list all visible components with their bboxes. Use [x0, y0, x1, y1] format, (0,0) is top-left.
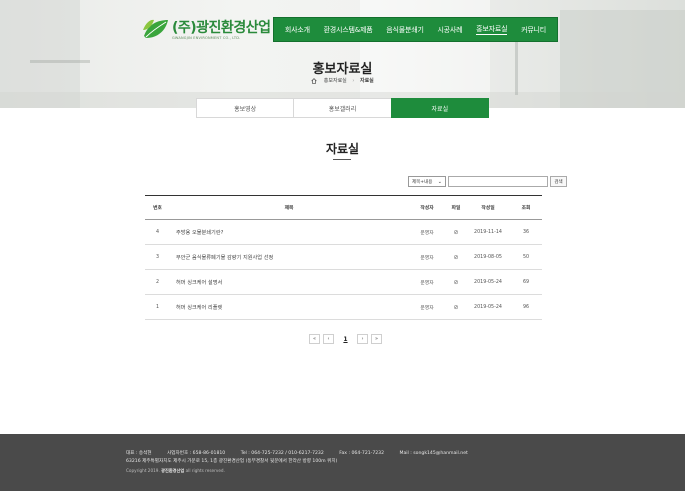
tab-pr-video[interactable]: 홍보영상 [196, 98, 294, 118]
page-title: 홍보자료실 [312, 62, 373, 77]
column-header-views: 조회 [521, 206, 531, 211]
table-row[interactable]: 1 허머 싱크케어 리플렛 운영자 ⊘ 2019-05-24 96 [145, 295, 542, 320]
first-page-button[interactable]: « [309, 334, 320, 344]
footer-mail: Mail : songk145@hanmail.net [399, 451, 468, 456]
nav-item-pr[interactable]: 홍보자료실 [476, 24, 508, 35]
row-views: 36 [522, 229, 530, 235]
column-header-title: 제목 [284, 206, 294, 211]
nav-item-company[interactable]: 회사소개 [285, 25, 310, 35]
column-header-writer: 작성자 [420, 206, 434, 211]
board-search: 제목+내용 ⌄ 검색 [408, 176, 567, 187]
footer-fax: Fax : 064-721-7232 [339, 451, 385, 456]
breadcrumb-parent[interactable]: 홍보자료실 [324, 78, 347, 84]
footer-ceo: 대표 : 송석현 [126, 451, 152, 456]
column-header-file: 파일 [451, 206, 461, 211]
search-button[interactable]: 검색 [550, 176, 567, 187]
attachment-icon[interactable]: ⊘ [446, 229, 466, 236]
row-views: 50 [522, 254, 530, 260]
site-logo[interactable]: (주)광진환경산업 GWANGJIN ENVIRONMENT CO., LTD. [130, 14, 271, 48]
next-page-button[interactable]: › [357, 334, 368, 344]
footer-copyright: Copyright 2019. 광진환경산업 all rights reserv… [126, 468, 225, 474]
copyright-prefix: Copyright 2019. [126, 468, 160, 473]
row-date: 2019-08-05 [474, 254, 502, 260]
row-number: 3 [155, 254, 160, 260]
site-footer: 대표 : 송석현 사업자번호 : 658-86-01810 Tel : 064-… [0, 434, 685, 491]
chevron-down-icon: ⌄ [437, 178, 442, 185]
nav-item-systems-products[interactable]: 환경시스템&제품 [324, 25, 373, 35]
attachment-icon[interactable]: ⊘ [446, 304, 466, 311]
copyright-company: 광진환경산업 [161, 468, 185, 473]
section-title: 자료실 [325, 142, 360, 156]
row-title-link[interactable]: 허머 싱크케어 설명서 [170, 279, 408, 286]
table-row[interactable]: 4 주방용 오물분쇄기란? 운영자 ⊘ 2019-11-14 36 [145, 220, 542, 245]
search-field-select-value: 제목+내용 [412, 179, 433, 185]
copyright-suffix: all rights reserved. [185, 468, 225, 473]
footer-company-info: 대표 : 송석현 사업자번호 : 658-86-01810 Tel : 064-… [126, 450, 482, 456]
logo-name: (주)광진환경산업 [172, 20, 271, 36]
table-header-row: 번호 제목 작성자 파일 작성일 조회 [145, 196, 542, 220]
row-views: 96 [522, 304, 530, 310]
search-field-select[interactable]: 제목+내용 ⌄ [408, 176, 446, 187]
row-title-link[interactable]: 허머 싱크케어 리플렛 [170, 304, 408, 311]
breadcrumb-separator: › [352, 78, 355, 84]
home-icon[interactable] [311, 77, 317, 84]
table-row[interactable]: 3 무안군 음식물류폐기물 감량기 지원사업 선정 운영자 ⊘ 2019-08-… [145, 245, 542, 270]
column-header-date: 작성일 [481, 206, 495, 211]
row-title-link[interactable]: 무안군 음식물류폐기물 감량기 지원사업 선정 [170, 254, 408, 261]
row-title-link[interactable]: 주방용 오물분쇄기란? [170, 229, 408, 236]
row-views: 69 [522, 279, 530, 285]
board-table: 번호 제목 작성자 파일 작성일 조회 4 주방용 오물분쇄기란? 운영자 ⊘ … [145, 195, 542, 320]
row-writer: 운영자 [420, 255, 434, 261]
leaf-logo-icon [143, 19, 168, 38]
tab-archive[interactable]: 자료실 [390, 98, 489, 118]
row-date: 2019-05-24 [474, 279, 502, 285]
main-navigation: 회사소개 환경시스템&제품 음식물분쇄기 시공사례 홍보자료실 커뮤니티 [273, 17, 558, 42]
section-title-underline [333, 159, 351, 160]
row-writer: 운영자 [420, 305, 434, 311]
column-header-no: 번호 [153, 206, 162, 211]
row-date: 2019-05-24 [474, 304, 502, 310]
prev-page-button[interactable]: ‹ [323, 334, 334, 344]
table-row[interactable]: 2 허머 싱크케어 설명서 운영자 ⊘ 2019-05-24 69 [145, 270, 542, 295]
hero-banner: (주)광진환경산업 GWANGJIN ENVIRONMENT CO., LTD.… [0, 0, 685, 108]
row-number: 2 [155, 279, 160, 285]
row-writer: 운영자 [420, 280, 434, 286]
row-date: 2019-11-14 [474, 229, 502, 235]
nav-item-cases[interactable]: 시공사례 [437, 25, 462, 35]
breadcrumb-current: 자료실 [359, 78, 374, 84]
page-number-current[interactable]: 1 [340, 334, 351, 344]
tab-pr-gallery[interactable]: 홍보갤러리 [293, 98, 391, 118]
sub-tabs: 홍보영상 홍보갤러리 자료실 [196, 98, 489, 118]
footer-tel: Tel : 064-725-7232 / 010-6217-7232 [240, 451, 324, 456]
nav-item-community[interactable]: 커뮤니티 [521, 25, 546, 35]
footer-address: 63216 제주특별자치도 제주시 가문로 15, 1층 광진환경산업 (동부경… [126, 459, 338, 464]
attachment-icon[interactable]: ⊘ [446, 254, 466, 261]
attachment-icon[interactable]: ⊘ [446, 279, 466, 286]
pagination: « ‹ 1 › » [309, 334, 385, 344]
nav-item-food-disposer[interactable]: 음식물분쇄기 [386, 25, 424, 35]
logo-subtitle: GWANGJIN ENVIRONMENT CO., LTD. [172, 36, 241, 40]
row-number: 1 [155, 304, 160, 310]
last-page-button[interactable]: » [371, 334, 382, 344]
row-number: 4 [155, 229, 160, 235]
row-writer: 운영자 [420, 230, 434, 236]
search-input[interactable] [448, 176, 548, 187]
footer-business-number: 사업자번호 : 658-86-01810 [167, 451, 226, 456]
breadcrumb: 홍보자료실 › 자료실 [0, 77, 685, 84]
